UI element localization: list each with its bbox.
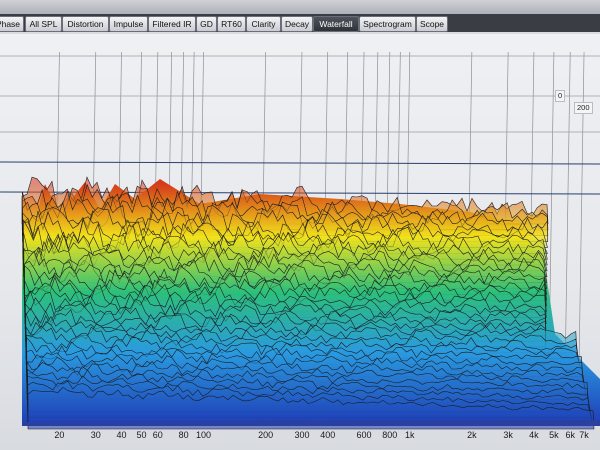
frequency-tick-label: 50 — [136, 430, 147, 440]
time-axis-label-0: 0 — [555, 90, 566, 102]
frequency-tick-label: 6k — [565, 430, 575, 440]
tab-phase[interactable]: Phase — [0, 16, 24, 32]
frequency-tick-label: 300 — [294, 430, 310, 440]
frequency-tick-label: 7k — [579, 430, 589, 440]
tab-clarity[interactable]: Clarity — [246, 16, 281, 32]
tab-gd[interactable]: GD — [196, 16, 217, 32]
frequency-tick-label: 30 — [90, 430, 101, 440]
frequency-tick-label: 200 — [258, 430, 274, 440]
tab-spectrogram[interactable]: Spectrogram — [359, 16, 416, 32]
frequency-tick-label: 600 — [356, 430, 372, 440]
frequency-tick-label: 60 — [152, 430, 163, 440]
frequency-tick-label: 5k — [549, 430, 559, 440]
waterfall-plot[interactable]: 0 200 20 30 40 50 60 80 100 200 300 400 600 800 1k 2k… — [0, 34, 600, 450]
tab-scope[interactable]: Scope — [416, 16, 448, 32]
frequency-tick-label: 80 — [178, 430, 189, 440]
waterfall-surface — [21, 176, 600, 430]
tab-filtered-ir[interactable]: Filtered IR — [148, 16, 196, 32]
frequency-tick-label: 800 — [382, 430, 398, 440]
frequency-tick-label: 1k — [405, 430, 415, 440]
tab-rt60[interactable]: RT60 — [217, 16, 246, 32]
tab-all-spl[interactable]: All SPL — [25, 16, 62, 32]
tab-impulse[interactable]: Impulse — [109, 16, 148, 32]
tab-waterfall[interactable]: Waterfall — [313, 16, 359, 32]
frequency-tick-label: 4k — [529, 430, 539, 440]
frequency-tick-label: 40 — [116, 430, 127, 440]
frequency-tick-label: 2k — [467, 430, 477, 440]
frequency-tick-label: 20 — [54, 430, 65, 440]
tab-decay[interactable]: Decay — [281, 16, 313, 32]
tab-distortion[interactable]: Distortion — [62, 16, 109, 32]
frequency-tick-label: 400 — [320, 430, 336, 440]
frequency-tick-label: 100 — [196, 430, 212, 440]
tab-bar: Phase All SPL Distortion Impulse Filtere… — [0, 0, 600, 32]
frequency-tick-label: 3k — [503, 430, 513, 440]
waterfall-chart — [0, 51, 600, 430]
time-axis-label-200: 200 — [574, 102, 593, 114]
